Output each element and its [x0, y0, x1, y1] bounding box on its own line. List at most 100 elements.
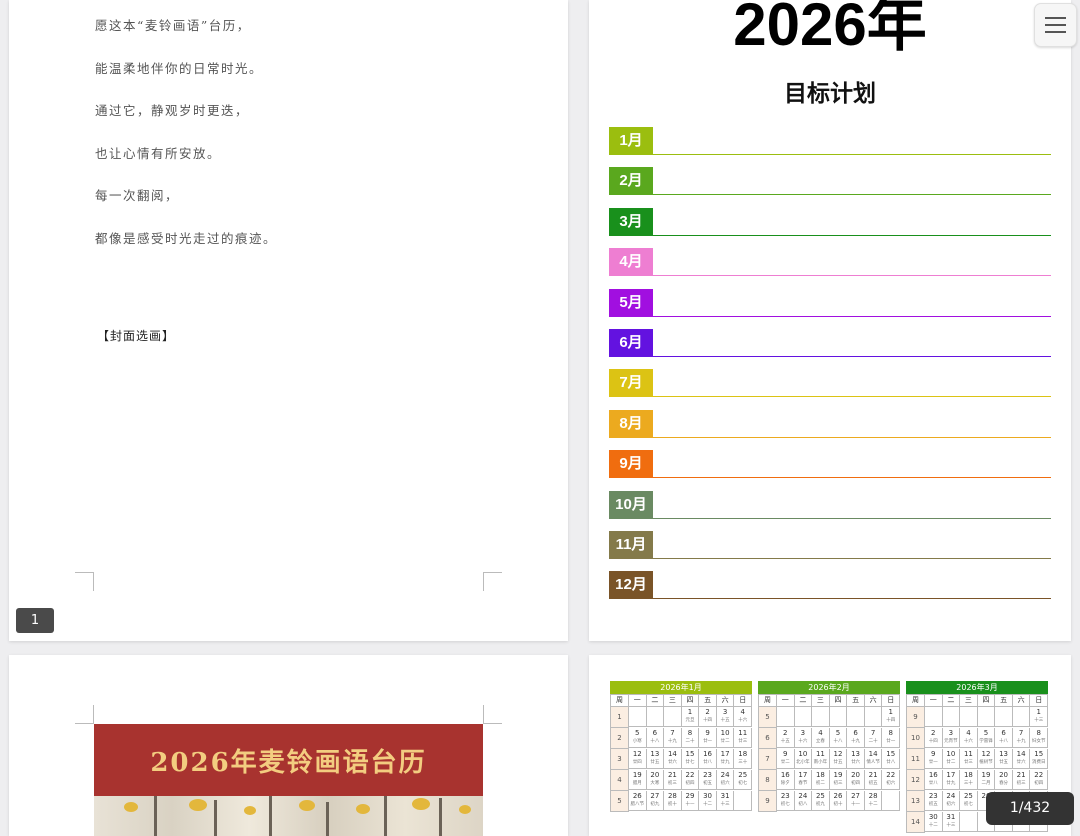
calendar-day: 8 廿一	[882, 728, 900, 748]
lunar-date: 三十	[963, 781, 973, 786]
month-goal-row: 12月	[609, 570, 1051, 610]
day-number: 9	[705, 729, 710, 737]
calendar-day	[829, 707, 848, 727]
calendar-day: 14 廿六	[1012, 749, 1031, 769]
menu-button[interactable]	[1034, 3, 1077, 47]
lunar-date: 南小年	[813, 760, 828, 765]
calendar-day	[925, 707, 943, 727]
day-number: 10	[798, 750, 808, 758]
menu-icon	[1045, 17, 1066, 19]
day-number: 15	[886, 750, 896, 758]
month-label: 8月	[609, 409, 653, 438]
calendar-day: 4 十六	[960, 728, 978, 748]
calendar-day: 7 十九	[1012, 728, 1031, 748]
lunar-date: 初四	[685, 781, 695, 786]
calendar-day: 12 廿五	[829, 749, 848, 769]
calendar-day: 16 除夕	[777, 770, 795, 790]
day-number: 31	[946, 813, 956, 821]
day-number: 30	[703, 792, 713, 800]
calendar-day: 17 廿九	[942, 770, 961, 790]
day-number: 13	[999, 750, 1009, 758]
day-number: 14	[667, 750, 677, 758]
calendar-day	[977, 707, 996, 727]
lunar-date: 初二	[815, 781, 825, 786]
calendar-day	[646, 707, 665, 727]
weekday-header: 二	[646, 695, 665, 707]
day-number: 28	[667, 792, 677, 800]
month-goal-line	[653, 517, 1051, 519]
day-number: 5	[635, 729, 640, 737]
calendar-day: 7 二十	[864, 728, 883, 748]
lunar-date: 十二	[868, 802, 878, 807]
weekday-header: 一	[925, 695, 943, 707]
weekday-header: 日	[1030, 695, 1048, 707]
document-page-3: 2026年麦铃画语台历	[9, 655, 568, 836]
calendar-day: 21 初五	[864, 770, 883, 790]
poem-line: 能温柔地伴你的日常时光。	[95, 60, 264, 76]
calendar-grid: 周一二三四五六日 5 1 十四 6 2 十五 3 十六 4 立春 5 十八 6 十九 7 二十 8 廿一 7 9 廿二 10…	[758, 694, 900, 812]
lunar-date: 十八	[650, 739, 660, 744]
poem-lines: 愿这本“麦铃画语”台历， 能温柔地伴你的日常时光。 通过它，静观岁时更迭， 也让心情有…	[95, 18, 277, 273]
lunar-date: 廿三	[738, 739, 748, 744]
page-indicator[interactable]: 1/432	[986, 792, 1074, 825]
day-number: 6	[853, 729, 858, 737]
lunar-date: 初七	[780, 802, 790, 807]
lunar-date: 廿八	[928, 781, 938, 786]
lunar-date: 二月	[981, 781, 991, 786]
calendar-day	[777, 707, 795, 727]
lunar-date: 元宵节	[944, 739, 958, 744]
day-number: 2	[705, 708, 710, 716]
week-number: 10	[907, 728, 925, 749]
calendar-day: 16 廿八	[699, 749, 717, 769]
goal-plan-title: 目标计划	[784, 80, 876, 106]
day-number: 2	[931, 729, 936, 737]
lunar-date: 大寒	[650, 781, 660, 786]
day-number: 22	[886, 771, 896, 779]
week-number: 2	[611, 728, 629, 749]
cover-painting	[94, 796, 483, 836]
calendar-day: 31 十三	[942, 812, 961, 832]
weekday-header: 六	[864, 695, 883, 707]
month-goal-row: 5月	[609, 288, 1051, 328]
weekday-header: 四	[829, 695, 848, 707]
lunar-date: 廿八	[886, 760, 896, 765]
calendar-day: 24 初六	[716, 770, 735, 790]
calendar-day	[734, 791, 752, 811]
lunar-date: 腊月	[632, 781, 642, 786]
month-goal-line	[653, 194, 1051, 196]
month-goal-row: 8月	[609, 409, 1051, 449]
week-number: 6	[759, 728, 777, 749]
day-number: 25	[738, 771, 748, 779]
lunar-date: 廿四	[632, 760, 642, 765]
crop-mark	[75, 572, 94, 591]
lunar-date: 二十	[685, 739, 695, 744]
lunar-date: 初六	[720, 781, 730, 786]
month-label: 6月	[609, 328, 653, 357]
crop-mark	[483, 572, 502, 591]
lunar-date: 廿八	[703, 760, 713, 765]
lunar-date: 北小年	[796, 760, 810, 765]
calendar-day: 31 十三	[716, 791, 735, 811]
weekday-header: 日	[882, 695, 900, 707]
calendar-day: 28 初十	[664, 791, 682, 811]
poem-line: 每一次翻阅，	[95, 188, 180, 203]
day-number: 10	[720, 729, 730, 737]
lunar-date: 廿五	[999, 760, 1009, 765]
calendar-day: 15 消费日	[1030, 749, 1048, 769]
day-number: 4	[740, 708, 745, 716]
calendar-day: 4 立春	[812, 728, 830, 748]
month-goal-row: 10月	[609, 490, 1051, 530]
week-number: 7	[759, 749, 777, 770]
month-goal-line	[653, 154, 1051, 155]
calendar-month-2: 2026年2月周一二三四五六日 5 1 十四 6 2 十五 3 十六 4 立春 5 十八 6 十九 7 二十 8 廿…	[758, 681, 900, 812]
day-number: 1	[888, 708, 893, 716]
lunar-date: 廿一	[886, 739, 896, 744]
lunar-date: 十二	[928, 823, 938, 828]
lunar-date: 十八	[999, 739, 1009, 744]
year-title: 2026年	[733, 0, 927, 58]
calendar-month-title: 2026年2月	[758, 681, 900, 694]
lunar-date: 十五	[720, 718, 730, 723]
crop-mark	[483, 705, 502, 724]
calendar-day: 23 初七	[777, 791, 795, 811]
calendar-day: 5 十八	[829, 728, 848, 748]
